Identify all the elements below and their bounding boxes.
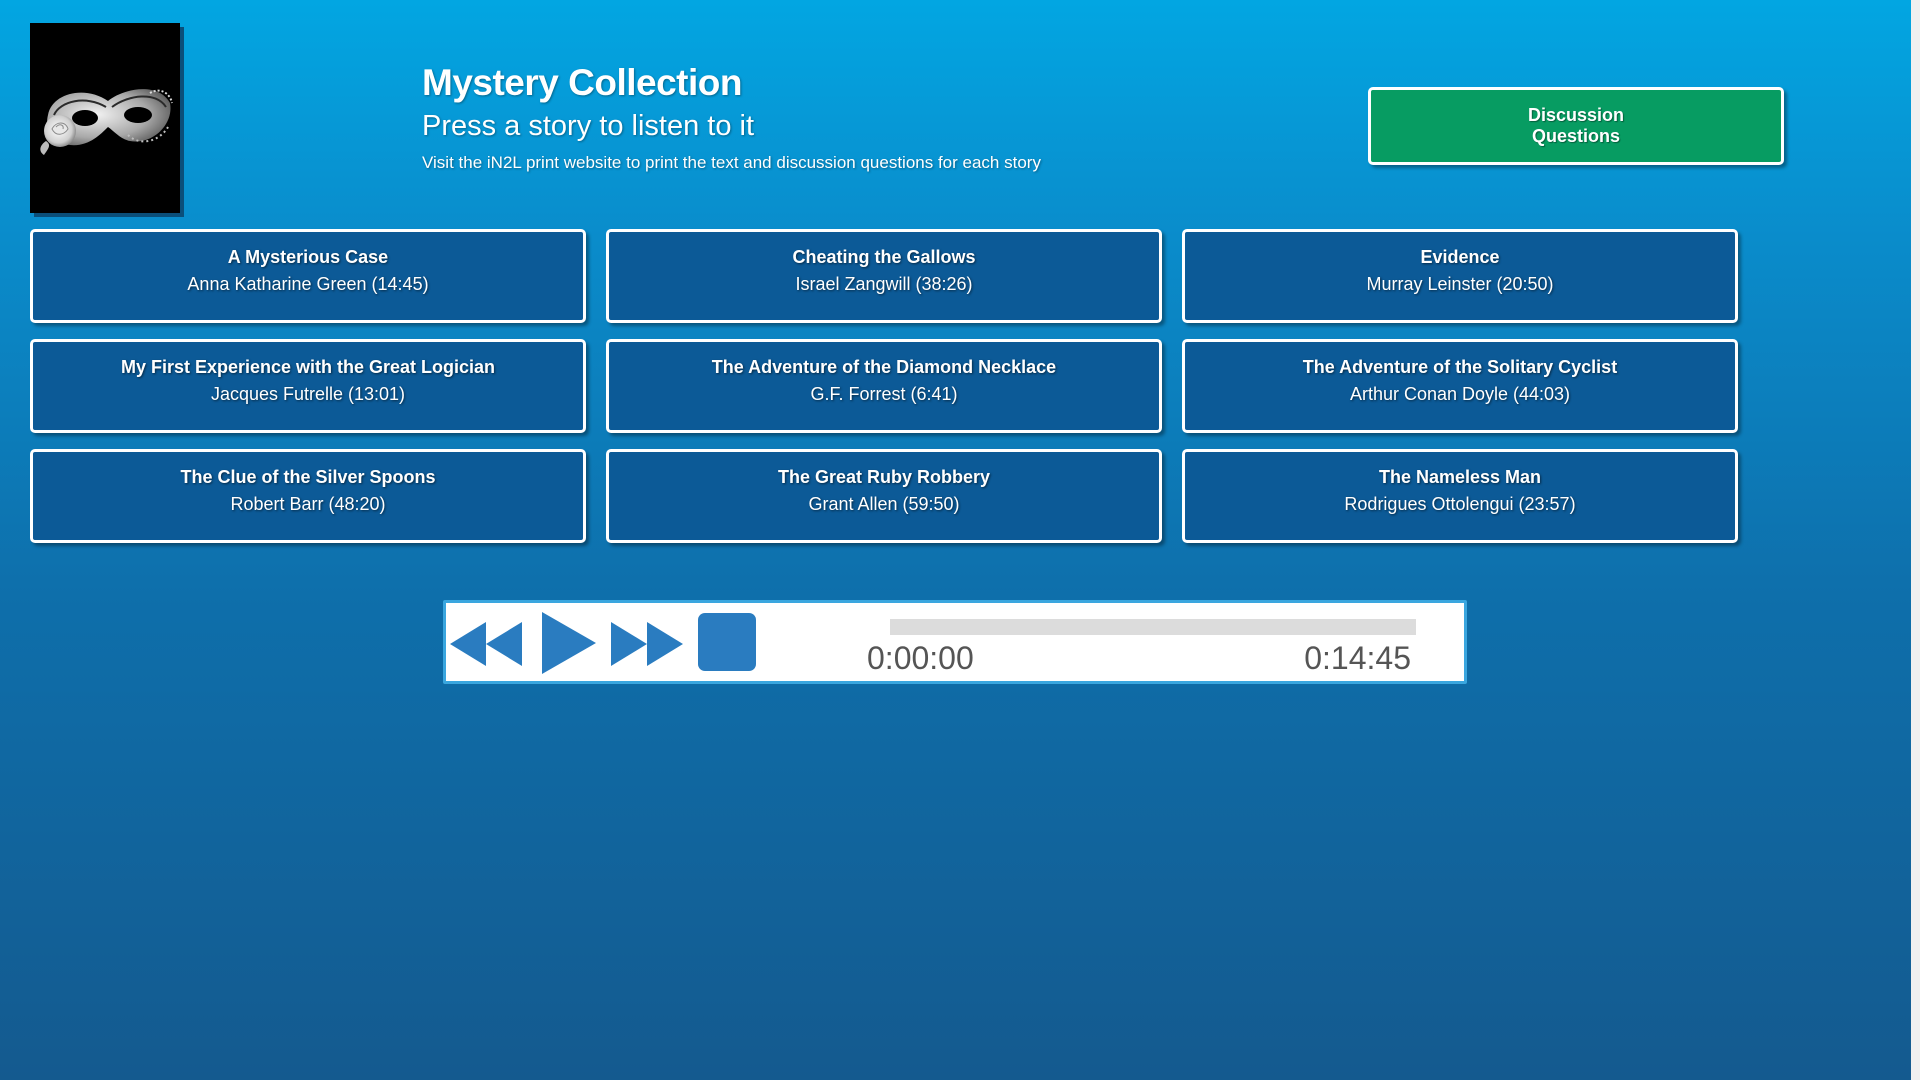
story-button[interactable]: My First Experience with the Great Logic…	[30, 339, 586, 433]
story-author: Rodrigues Ottolengui (23:57)	[1344, 494, 1576, 514]
rewind-icon	[450, 622, 522, 666]
total-time: 0:14:45	[1304, 640, 1411, 676]
page-subtitle: Press a story to listen to it	[422, 110, 755, 142]
story-button[interactable]: The Nameless Man Rodrigues Ottolengui (2…	[1182, 449, 1738, 543]
story-button[interactable]: The Clue of the Silver Spoons Robert Bar…	[30, 449, 586, 543]
stop-button[interactable]	[698, 613, 756, 671]
story-grid: A Mysterious Case Anna Katharine Green (…	[30, 229, 1742, 543]
story-button[interactable]: The Great Ruby Robbery Grant Allen (59:5…	[606, 449, 1162, 543]
page-title: Mystery Collection	[422, 62, 742, 103]
print-website-note: Visit the iN2L print website to print th…	[422, 153, 1041, 172]
story-title: A Mysterious Case	[227, 247, 389, 267]
story-author: G.F. Forrest (6:41)	[810, 384, 958, 404]
masquerade-mask-icon	[40, 89, 173, 155]
story-title: The Nameless Man	[1378, 467, 1542, 487]
story-title: The Adventure of the Solitary Cyclist	[1302, 357, 1618, 377]
story-author: Israel Zangwill (38:26)	[795, 274, 973, 294]
current-time: 0:00:00	[867, 640, 974, 676]
story-author: Grant Allen (59:50)	[808, 494, 960, 514]
progress-bar[interactable]	[890, 619, 1416, 635]
discussion-questions-label: Discussion Questions	[1527, 105, 1625, 146]
story-button[interactable]: Cheating the Gallows Israel Zangwill (38…	[606, 229, 1162, 323]
story-author: Arthur Conan Doyle (44:03)	[1349, 384, 1571, 404]
story-author: Robert Barr (48:20)	[230, 494, 386, 514]
fast-forward-button[interactable]	[609, 620, 685, 668]
play-icon	[542, 612, 596, 674]
fast-forward-icon	[611, 622, 683, 666]
audio-player: 0:00:00 0:14:45	[443, 600, 1467, 684]
story-title: The Adventure of the Diamond Necklace	[711, 357, 1057, 377]
story-author: Jacques Futrelle (13:01)	[210, 384, 406, 404]
scrollbar-track[interactable]	[1911, 0, 1920, 1080]
story-title: The Clue of the Silver Spoons	[180, 467, 436, 487]
story-button[interactable]: A Mysterious Case Anna Katharine Green (…	[30, 229, 586, 323]
story-author: Anna Katharine Green (14:45)	[187, 274, 429, 294]
story-title: Cheating the Gallows	[792, 247, 976, 267]
discussion-questions-button[interactable]: Discussion Questions	[1368, 87, 1784, 165]
story-button[interactable]: Evidence Murray Leinster (20:50)	[1182, 229, 1738, 323]
logo-image	[30, 23, 180, 213]
play-button[interactable]	[540, 610, 598, 676]
rewind-button[interactable]	[448, 620, 524, 668]
story-title: Evidence	[1420, 247, 1500, 267]
story-button[interactable]: The Adventure of the Solitary Cyclist Ar…	[1182, 339, 1738, 433]
story-button[interactable]: The Adventure of the Diamond Necklace G.…	[606, 339, 1162, 433]
story-author: Murray Leinster (20:50)	[1366, 274, 1554, 294]
story-title: The Great Ruby Robbery	[777, 467, 991, 487]
story-title: My First Experience with the Great Logic…	[120, 357, 496, 377]
